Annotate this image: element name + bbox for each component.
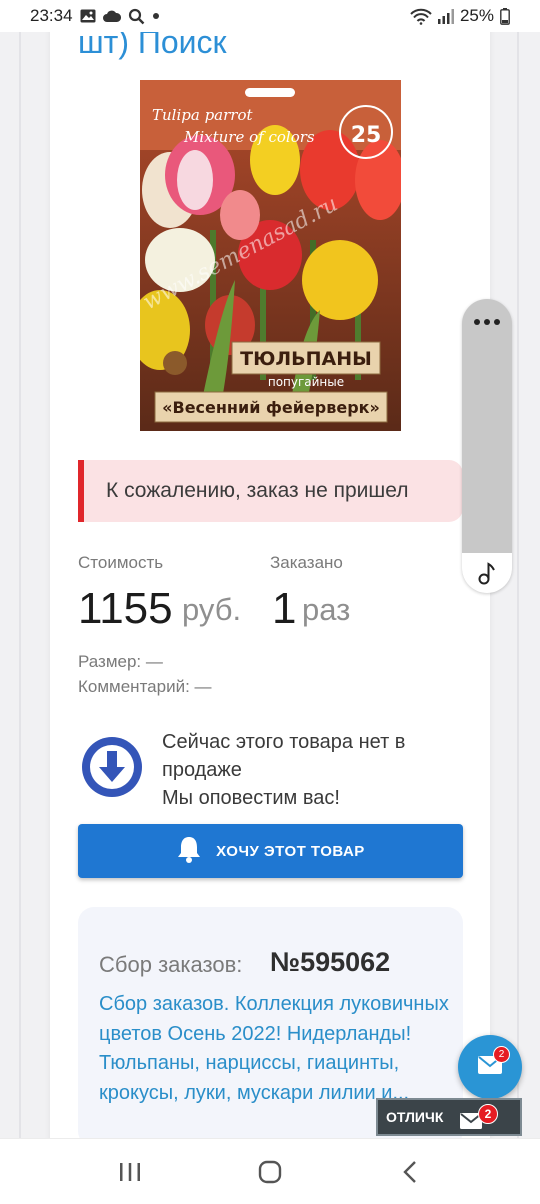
collection-number: №595062 <box>270 947 391 977</box>
ordered-unit: раз <box>302 592 351 627</box>
home-icon[interactable] <box>240 1152 300 1192</box>
recents-icon[interactable] <box>100 1152 160 1192</box>
chat-badge: 2 <box>493 1046 510 1063</box>
product-latin-1: Tulipa parrot <box>152 106 253 124</box>
product-count: 25 <box>351 123 382 148</box>
battery-percent: 25% <box>459 6 494 25</box>
availability-line-1: Сейчас этого товара нет в продаже <box>162 731 406 781</box>
bell-icon <box>176 835 202 867</box>
chat-button[interactable]: 2 <box>458 1035 522 1099</box>
cost-unit: руб. <box>182 592 242 627</box>
collection-description-link[interactable]: Сбор заказов. Коллекция луковичных цвето… <box>99 990 449 1108</box>
promo-badge: 2 <box>478 1104 498 1124</box>
availability-line-2: Мы оповестим вас! <box>162 787 340 809</box>
product-latin-2: Mixture of colors <box>183 128 315 146</box>
image-icon <box>80 9 96 23</box>
alert-text: К сожалению, заказ не пришел <box>106 479 409 502</box>
want-button-label: ХОЧУ ЭТОТ ТОВАР <box>216 842 365 860</box>
product-name: ТЮЛЬПАНЫ <box>240 348 372 370</box>
cloud-icon <box>102 10 121 23</box>
size-info: Размер: — <box>78 652 163 671</box>
wifi-icon <box>410 8 432 25</box>
battery-icon <box>500 7 510 25</box>
comment-info: Комментарий: — <box>78 677 212 696</box>
page-title[interactable]: шт) Поиск <box>78 32 227 61</box>
cost-value: 1155 <box>78 584 173 633</box>
status-bar: 23:34 25% <box>0 0 540 32</box>
music-note-icon[interactable] <box>462 553 512 593</box>
status-time: 23:34 <box>30 6 73 25</box>
frame-border-left <box>19 32 21 1138</box>
ordered-value: 1 <box>272 584 297 633</box>
ordered-label: Заказано <box>270 553 343 572</box>
want-product-button[interactable]: ХОЧУ ЭТОТ ТОВАР <box>78 824 463 878</box>
arrow-down-circle-icon <box>82 737 142 797</box>
search-icon <box>128 8 145 25</box>
product-subtype: попугайные <box>268 375 344 389</box>
product-image[interactable]: Tulipa parrot Mixture of colors 25 www.s… <box>140 80 401 431</box>
availability-notice: Сейчас этого товара нет в продаже Мы опо… <box>162 728 452 812</box>
collection-label: Сбор заказов: <box>99 952 243 977</box>
promo-bar-label: ОТЛИЧК <box>386 1109 444 1125</box>
more-dots-icon[interactable] <box>462 299 512 345</box>
notification-dot <box>152 12 160 20</box>
promo-bar[interactable]: ОТЛИЧК 2 <box>376 1098 522 1136</box>
side-panel[interactable] <box>462 299 512 593</box>
frame-border-right <box>517 32 519 1138</box>
cost-label: Стоимость <box>78 553 164 572</box>
back-icon[interactable] <box>380 1152 440 1192</box>
system-nav-bar <box>0 1138 540 1204</box>
signal-icon <box>437 8 454 24</box>
product-variety: «Весенний фейерверк» <box>162 398 380 417</box>
order-failed-alert: К сожалению, заказ не пришел <box>78 460 463 522</box>
